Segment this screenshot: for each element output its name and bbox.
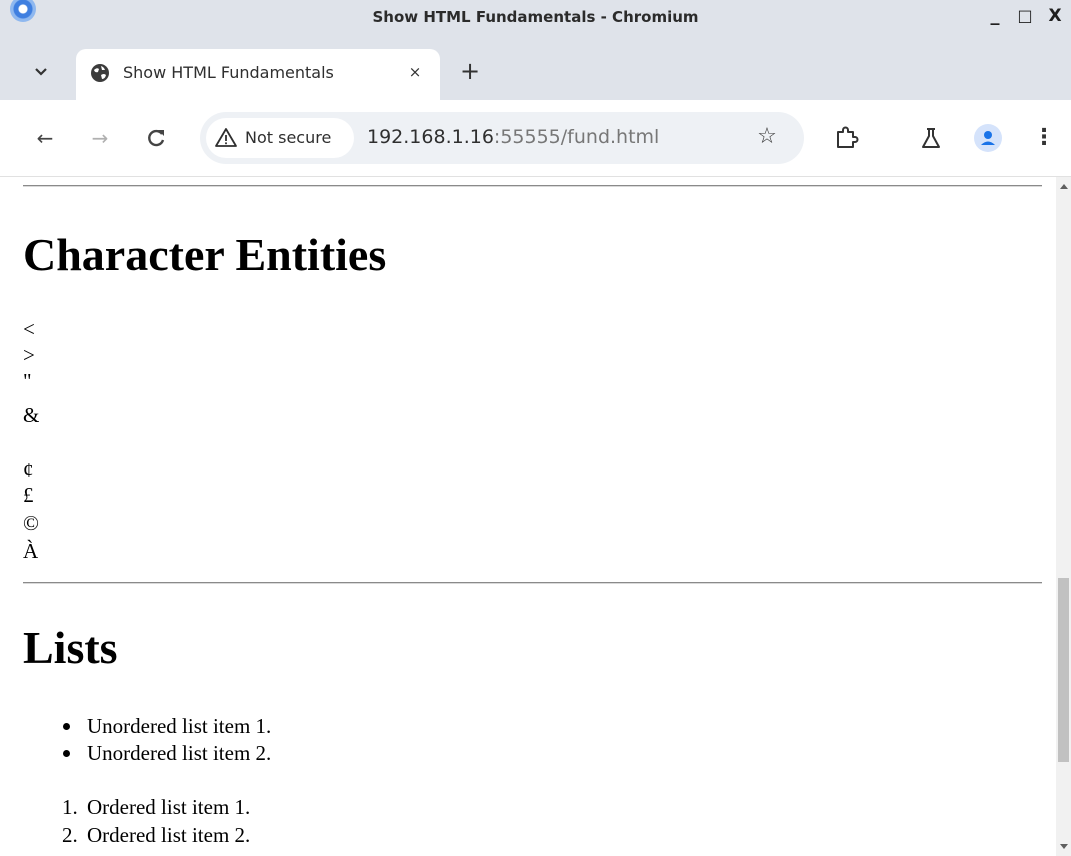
- ordered-list-item: Ordered list item 2.: [87, 823, 251, 847]
- title-bar: Show HTML Fundamentals - Chromium _ □ X: [0, 0, 1071, 38]
- entity-less-than: <: [23, 317, 35, 341]
- flask-icon[interactable]: [917, 124, 945, 152]
- entity-cent: ¢: [23, 458, 34, 482]
- reload-icon: [148, 129, 165, 147]
- reload-button[interactable]: [142, 124, 170, 152]
- tab-search-button[interactable]: [28, 60, 54, 86]
- horizontal-rule: [23, 582, 1042, 584]
- page-viewport: Character Entities < > " & ¢ £ © À Lists…: [0, 177, 1056, 856]
- security-label: Not secure: [245, 128, 332, 147]
- heading-lists: Lists: [23, 622, 118, 673]
- ordered-list-marker: 2.: [62, 823, 78, 847]
- entity-pound: £: [23, 483, 34, 507]
- tab-show-html-fundamentals[interactable]: Show HTML Fundamentals ×: [76, 49, 440, 100]
- scrollbar-thumb[interactable]: [1058, 578, 1069, 762]
- unordered-list-item: Unordered list item 1.: [87, 714, 272, 738]
- window-title: Show HTML Fundamentals - Chromium: [372, 8, 699, 26]
- new-tab-button[interactable]: +: [457, 58, 483, 84]
- unordered-list-item: Unordered list item 2.: [87, 741, 272, 765]
- entity-copyright: ©: [23, 511, 39, 535]
- bullet-icon: [63, 723, 70, 730]
- ordered-list-marker: 1.: [62, 795, 78, 819]
- heading-character-entities: Character Entities: [23, 229, 387, 280]
- profile-avatar[interactable]: [974, 124, 1002, 152]
- back-button[interactable]: ←: [31, 124, 59, 152]
- bullet-icon: [63, 750, 70, 757]
- horizontal-rule: [23, 185, 1042, 187]
- warning-triangle-icon: [215, 128, 237, 147]
- chevron-down-icon: [35, 68, 47, 76]
- person-icon: [981, 131, 995, 145]
- scroll-up-arrow-icon[interactable]: [1060, 184, 1068, 189]
- entity-a-grave: À: [23, 539, 39, 563]
- maximize-button[interactable]: □: [1013, 4, 1037, 28]
- close-window-button[interactable]: X: [1043, 4, 1067, 28]
- entity-ampersand: &: [23, 403, 40, 427]
- menu-button[interactable]: ⋮: [1032, 124, 1056, 152]
- ordered-list-item: Ordered list item 1.: [87, 795, 251, 819]
- url-text[interactable]: 192.168.1.16:55555/fund.html: [367, 126, 659, 148]
- scroll-down-arrow-icon[interactable]: [1060, 844, 1068, 849]
- puzzle-icon[interactable]: [832, 124, 860, 152]
- minimize-button[interactable]: _: [983, 4, 1007, 28]
- url-path: :55555/fund.html: [493, 126, 660, 148]
- globe-icon: [91, 64, 109, 82]
- tab-title: Show HTML Fundamentals: [123, 63, 334, 82]
- forward-button[interactable]: →: [86, 124, 114, 152]
- bookmark-star-icon[interactable]: ☆: [754, 124, 780, 150]
- entity-quote: ": [23, 369, 32, 393]
- entity-greater-than: >: [23, 343, 35, 367]
- tab-close-button[interactable]: ×: [402, 59, 428, 85]
- url-host: 192.168.1.16: [367, 126, 494, 148]
